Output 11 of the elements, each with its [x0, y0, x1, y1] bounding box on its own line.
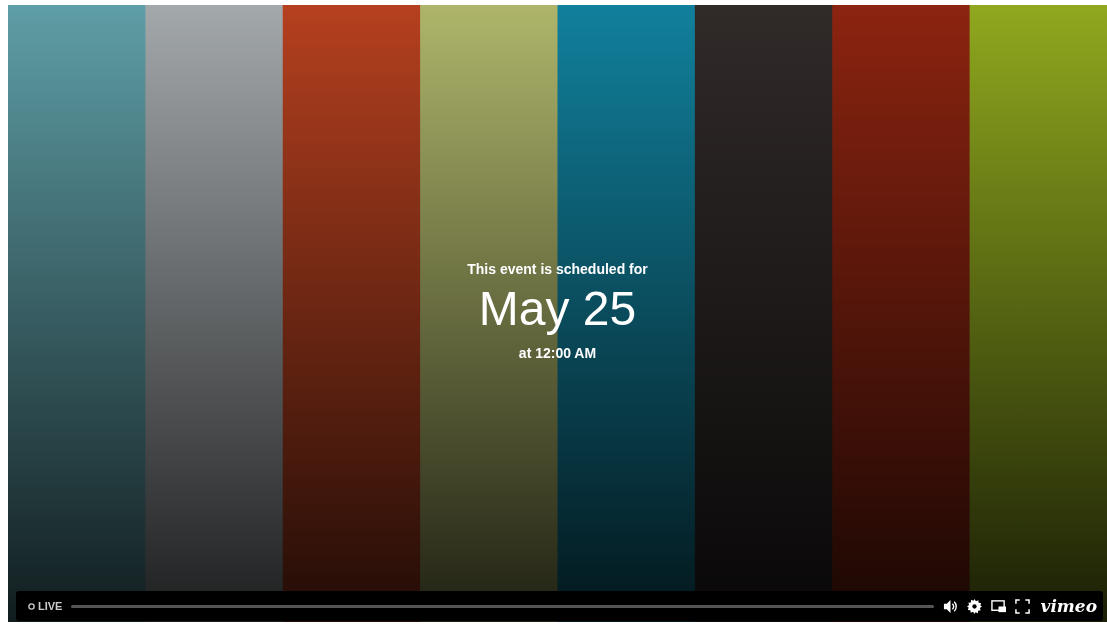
- event-time: at 12:00 AM: [518, 345, 597, 361]
- settings-icon[interactable]: [966, 598, 982, 614]
- progress-track[interactable]: [71, 604, 934, 608]
- schedule-heading: This event is scheduled for: [467, 261, 648, 277]
- fullscreen-icon[interactable]: [1014, 598, 1030, 614]
- vimeo-logo[interactable]: vimeo: [1040, 596, 1097, 616]
- volume-icon[interactable]: [942, 598, 958, 614]
- picture-in-picture-icon[interactable]: [990, 598, 1006, 614]
- event-date: May 25: [478, 281, 637, 337]
- live-label: LIVE: [38, 600, 63, 612]
- live-status-icon: [28, 602, 35, 610]
